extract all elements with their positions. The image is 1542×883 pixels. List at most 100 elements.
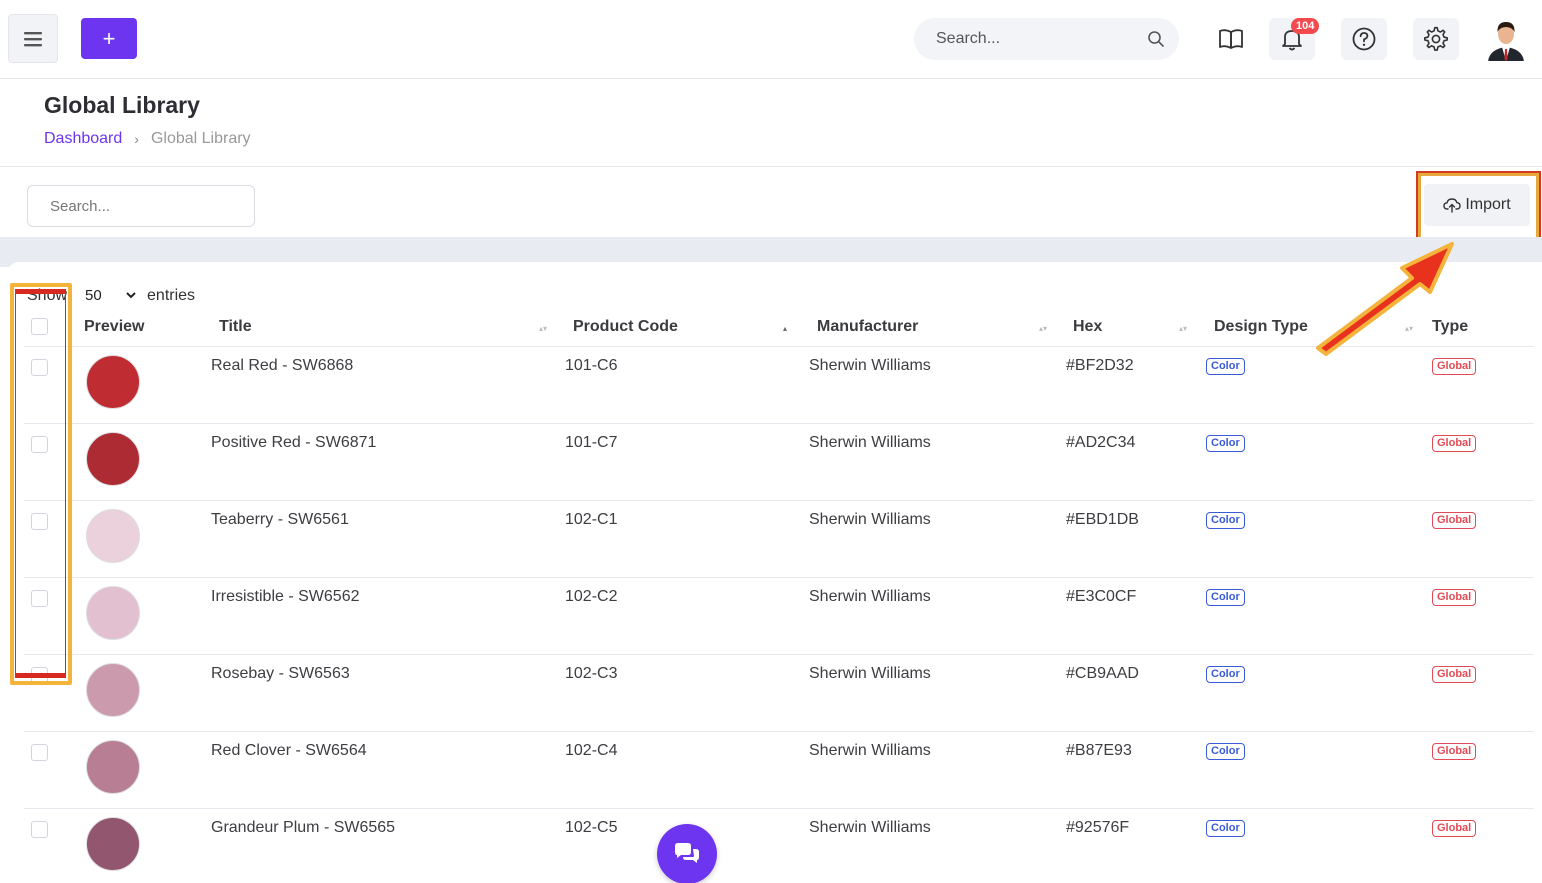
checkbox-column-highlight-inner (15, 289, 66, 678)
global-search-box[interactable] (914, 18, 1179, 60)
design-type-badge: Color (1206, 512, 1245, 529)
color-swatch (86, 432, 140, 486)
annotation-arrow (1316, 242, 1454, 356)
search-icon[interactable] (1147, 30, 1165, 48)
cell-manufacturer: Sherwin Williams (809, 357, 931, 374)
cell-product-code: 102-C1 (565, 511, 618, 528)
cell-product-code: 102-C3 (565, 665, 618, 682)
type-badge: Global (1432, 589, 1477, 606)
top-navbar: + 104 (0, 0, 1542, 79)
column-header-product-code[interactable]: Product Code (573, 318, 678, 336)
sort-indicator-hex[interactable]: ▴▾ (1179, 324, 1187, 333)
design-type-badge: Color (1206, 358, 1245, 375)
cell-hex: #BF2D32 (1066, 357, 1134, 374)
table-row[interactable]: Red Clover - SW6564 102-C4 Sherwin William… (24, 732, 1534, 809)
cell-manufacturer: Sherwin Williams (809, 665, 931, 682)
color-swatch (86, 817, 140, 871)
design-type-badge: Color (1206, 820, 1245, 837)
table-row[interactable]: Teaberry - SW6561 102-C1 Sherwin Williams #… (24, 501, 1534, 578)
help-button[interactable] (1341, 18, 1387, 60)
help-circle-icon (1352, 27, 1376, 51)
column-header-title[interactable]: Title (219, 318, 252, 336)
table-row[interactable]: Positive Red - SW6871 101-C7 Sherwin Willi… (24, 424, 1534, 501)
entries-per-page-select[interactable]: 102550100 (75, 284, 140, 307)
table-row[interactable]: Rosebay - SW6563 102-C3 Sherwin Williams #C… (24, 655, 1534, 732)
design-type-badge: Color (1206, 435, 1245, 452)
page-title: Global Library (44, 92, 200, 118)
settings-button[interactable] (1413, 18, 1459, 60)
cell-title: Red Clover - SW6564 (211, 742, 367, 759)
global-search-input[interactable] (936, 30, 1147, 48)
sort-indicator-title[interactable]: ▴▾ (539, 324, 547, 333)
color-swatch (86, 663, 140, 717)
chat-button[interactable] (657, 824, 717, 883)
cell-manufacturer: Sherwin Williams (809, 588, 931, 605)
row-checkbox[interactable] (31, 821, 48, 838)
type-badge: Global (1432, 358, 1477, 375)
user-avatar[interactable] (1484, 17, 1528, 61)
column-header-manufacturer[interactable]: Manufacturer (817, 318, 918, 336)
cell-product-code: 101-C7 (565, 434, 618, 451)
library-toolbar: Import (0, 166, 1542, 242)
breadcrumb-separator: › (134, 131, 139, 147)
cell-manufacturer: Sherwin Williams (809, 819, 931, 836)
cell-manufacturer: Sherwin Williams (809, 434, 931, 451)
cell-hex: #B87E93 (1066, 742, 1132, 759)
cell-title: Irresistible - SW6562 (211, 588, 360, 605)
table-row[interactable]: Irresistible - SW6562 102-C2 Sherwin Willi… (24, 578, 1534, 655)
sort-indicator-product-code[interactable]: ▴ (783, 324, 787, 333)
docs-button[interactable] (1208, 18, 1254, 60)
design-type-badge: Color (1206, 743, 1245, 760)
cell-title: Rosebay - SW6563 (211, 665, 350, 682)
type-badge: Global (1432, 743, 1477, 760)
color-swatch (86, 509, 140, 563)
cell-product-code: 102-C5 (565, 819, 618, 836)
type-badge: Global (1432, 435, 1477, 452)
cell-hex: #CB9AAD (1066, 665, 1139, 682)
sort-indicator-manufacturer[interactable]: ▴▾ (1039, 324, 1047, 333)
cell-product-code: 101-C6 (565, 357, 618, 374)
library-search-box[interactable] (27, 185, 255, 227)
gear-icon (1424, 26, 1448, 51)
cell-title: Teaberry - SW6561 (211, 511, 349, 528)
add-button[interactable]: + (81, 18, 137, 59)
breadcrumb-current: Global Library (150, 130, 251, 147)
type-badge: Global (1432, 512, 1477, 529)
breadcrumb-dashboard-link[interactable]: Dashboard (44, 130, 122, 148)
column-header-preview: Preview (84, 318, 145, 335)
cell-title: Positive Red - SW6871 (211, 434, 377, 451)
notifications-button[interactable]: 104 (1269, 18, 1320, 60)
cell-product-code: 102-C4 (565, 742, 618, 759)
breadcrumb: Dashboard › Global Library (44, 130, 251, 148)
design-type-badge: Color (1206, 589, 1245, 606)
cell-title: Real Red - SW6868 (211, 357, 354, 374)
color-swatch (86, 355, 140, 409)
design-type-badge: Color (1206, 666, 1245, 683)
color-swatch (86, 740, 140, 794)
cell-hex: #E3C0CF (1066, 588, 1137, 605)
hamburger-icon (24, 31, 42, 46)
column-header-design-type[interactable]: Design Type (1214, 318, 1308, 336)
cell-manufacturer: Sherwin Williams (809, 742, 931, 759)
color-swatch (86, 586, 140, 640)
cell-hex: #EBD1DB (1066, 511, 1139, 528)
type-badge: Global (1432, 820, 1477, 837)
notification-count-badge: 104 (1291, 18, 1320, 34)
book-icon (1219, 29, 1243, 49)
cell-product-code: 102-C2 (565, 588, 618, 605)
row-checkbox[interactable] (31, 744, 48, 761)
chat-bubbles-icon (675, 843, 699, 863)
type-badge: Global (1432, 666, 1477, 683)
cell-hex: #AD2C34 (1066, 434, 1136, 451)
cell-manufacturer: Sherwin Williams (809, 511, 931, 528)
entries-label: entries (147, 286, 196, 304)
column-header-hex[interactable]: Hex (1073, 318, 1102, 336)
library-search-input[interactable] (50, 197, 249, 215)
menu-toggle-button[interactable] (8, 14, 58, 63)
import-button-label: Import (1465, 196, 1511, 213)
cell-title: Grandeur Plum - SW6565 (211, 819, 396, 836)
import-button[interactable]: Import (1424, 184, 1530, 226)
table-row[interactable]: Grandeur Plum - SW6565 102-C5 Sherwin Will… (24, 809, 1534, 883)
cell-hex: #92576F (1066, 819, 1130, 836)
user-avatar-image (1484, 17, 1528, 61)
